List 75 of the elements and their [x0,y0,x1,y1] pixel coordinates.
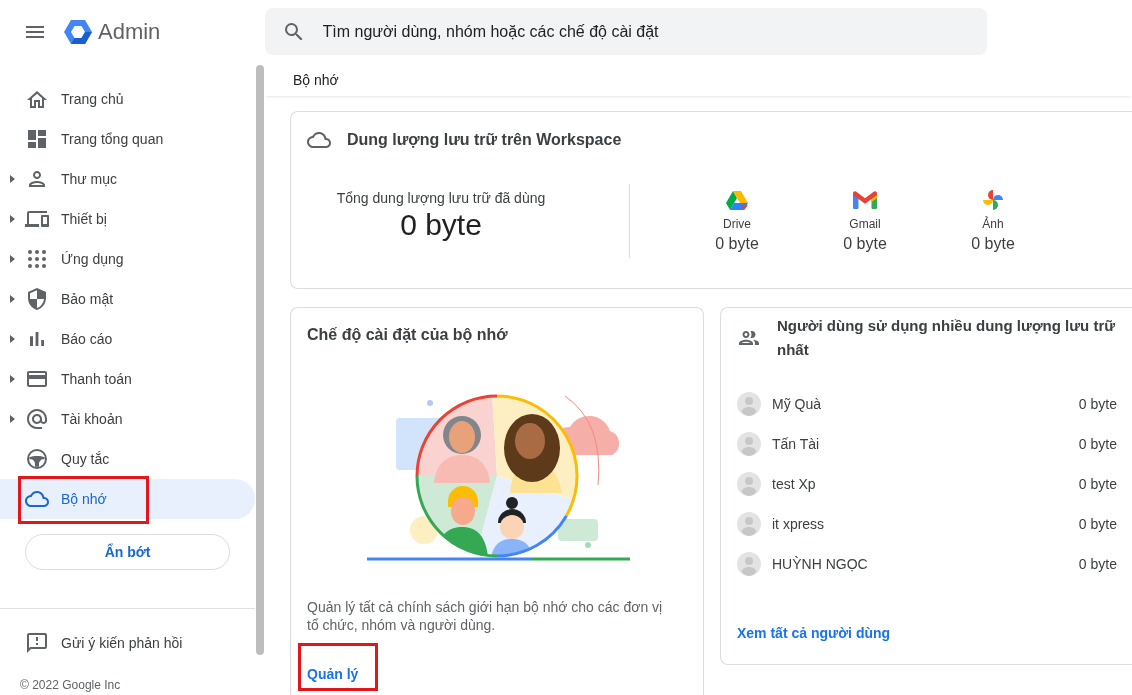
nav-item[interactable]: Bộ nhớ [0,479,255,519]
service-name: Drive [723,216,751,232]
user-name: Tấn Tài [772,436,820,452]
breadcrumb-text: Bộ nhớ [293,72,339,88]
credit-card-icon [27,371,47,387]
nav-item[interactable]: Thư mục [0,159,255,199]
avatar-icon [737,472,761,496]
cloud-icon [25,491,49,507]
nav-item[interactable]: Bảo mật [0,279,255,319]
feedback-icon [27,633,47,653]
nav-item[interactable]: Trang chủ [0,79,255,119]
search-field[interactable]: Tìm người dùng, nhóm hoặc các chế độ cài đặt [322,16,943,47]
avatar-icon [737,512,761,536]
card-title: Dung lượng lưu trữ trên Workspace [347,131,622,149]
menu-icon [26,26,44,38]
user-usage: 0 byte [1078,396,1117,412]
dots-grid-icon [28,250,46,268]
total-usage-label: Tổng dung lượng lưu trữ đã dùng [336,189,546,207]
caret-icon[interactable] [10,415,15,423]
card-title: Chế độ cài đặt của bộ nhớ [307,325,508,345]
caret-icon[interactable] [10,215,15,223]
pinwheel-logo-icon [983,190,1003,210]
app-title: Admin [98,19,161,45]
feedback-link[interactable]: Gửi ý kiến phản hồi [0,623,230,663]
caret-icon[interactable] [10,295,15,303]
manage-link[interactable]: Quản lý [307,665,359,683]
caret-icon[interactable] [10,175,15,183]
avatar-icon [737,432,761,456]
dashboard-icon [28,130,46,148]
user-usage: 0 byte [1078,556,1117,572]
bar-chart-icon [30,332,44,346]
nav-item[interactable]: Quy tắc [0,439,255,479]
card-description: Quản lý tất cả chính sách giới hạn bộ nhớ cho các đơn vị tổ chức, nhóm và người dùng. [307,598,664,634]
service-usage: 0 byte [843,234,887,254]
people-icon [739,331,759,345]
nav-item[interactable]: Báo cáo [0,319,255,359]
cloud-icon [307,132,331,148]
devices-icon [25,211,49,227]
service-usage: 0 byte [715,234,759,254]
steering-wheel-icon [27,449,47,469]
nav-item[interactable]: Thanh toán [0,359,255,399]
scrollbar-thumb[interactable] [256,65,264,655]
service-name: Ảnh [982,216,1004,232]
person-icon [29,171,45,187]
avatar-icon [737,552,761,576]
user-usage: 0 byte [1078,436,1117,452]
user-usage: 0 byte [1078,476,1117,492]
user-name: Mỹ Quà [772,396,821,412]
avatar-icon [737,392,761,416]
search-bar[interactable]: Tìm người dùng, nhóm hoặc các chế độ cài đặt [265,8,987,55]
caret-icon[interactable] [10,335,15,343]
nav-item[interactable]: Tài khoản [0,399,255,439]
show-less-button[interactable]: Ẩn bớt [25,534,230,570]
user-name: it xpress [772,516,825,532]
total-usage-value: 0 byte [400,207,482,243]
at-sign-icon [27,409,47,429]
hexagon-logo-icon [64,19,92,45]
user-usage: 0 byte [1078,516,1117,532]
gmail-logo-icon [853,191,877,209]
shield-icon [28,288,46,310]
view-all-users-link[interactable]: Xem tất cả người dùng [737,624,891,642]
drive-logo-icon [726,190,748,210]
search-icon[interactable] [285,22,303,41]
copyright-text: © 2022 Google Inc [20,678,121,692]
caret-icon[interactable] [10,255,15,263]
user-name: test Xp [772,476,816,492]
caret-icon[interactable] [10,375,15,383]
user-name: HUỲNH NGỌC [772,556,868,572]
nav-item[interactable]: Ứng dụng [0,239,255,279]
service-name: Gmail [849,216,881,232]
nav-item[interactable]: Trang tổng quan [0,119,255,159]
service-usage: 0 byte [971,234,1015,254]
card-title: Người dùng sử dụng nhiều dung lượng lưu trữ nhất [777,316,1117,360]
home-icon [27,90,47,108]
nav-item[interactable]: Thiết bị [0,199,255,239]
